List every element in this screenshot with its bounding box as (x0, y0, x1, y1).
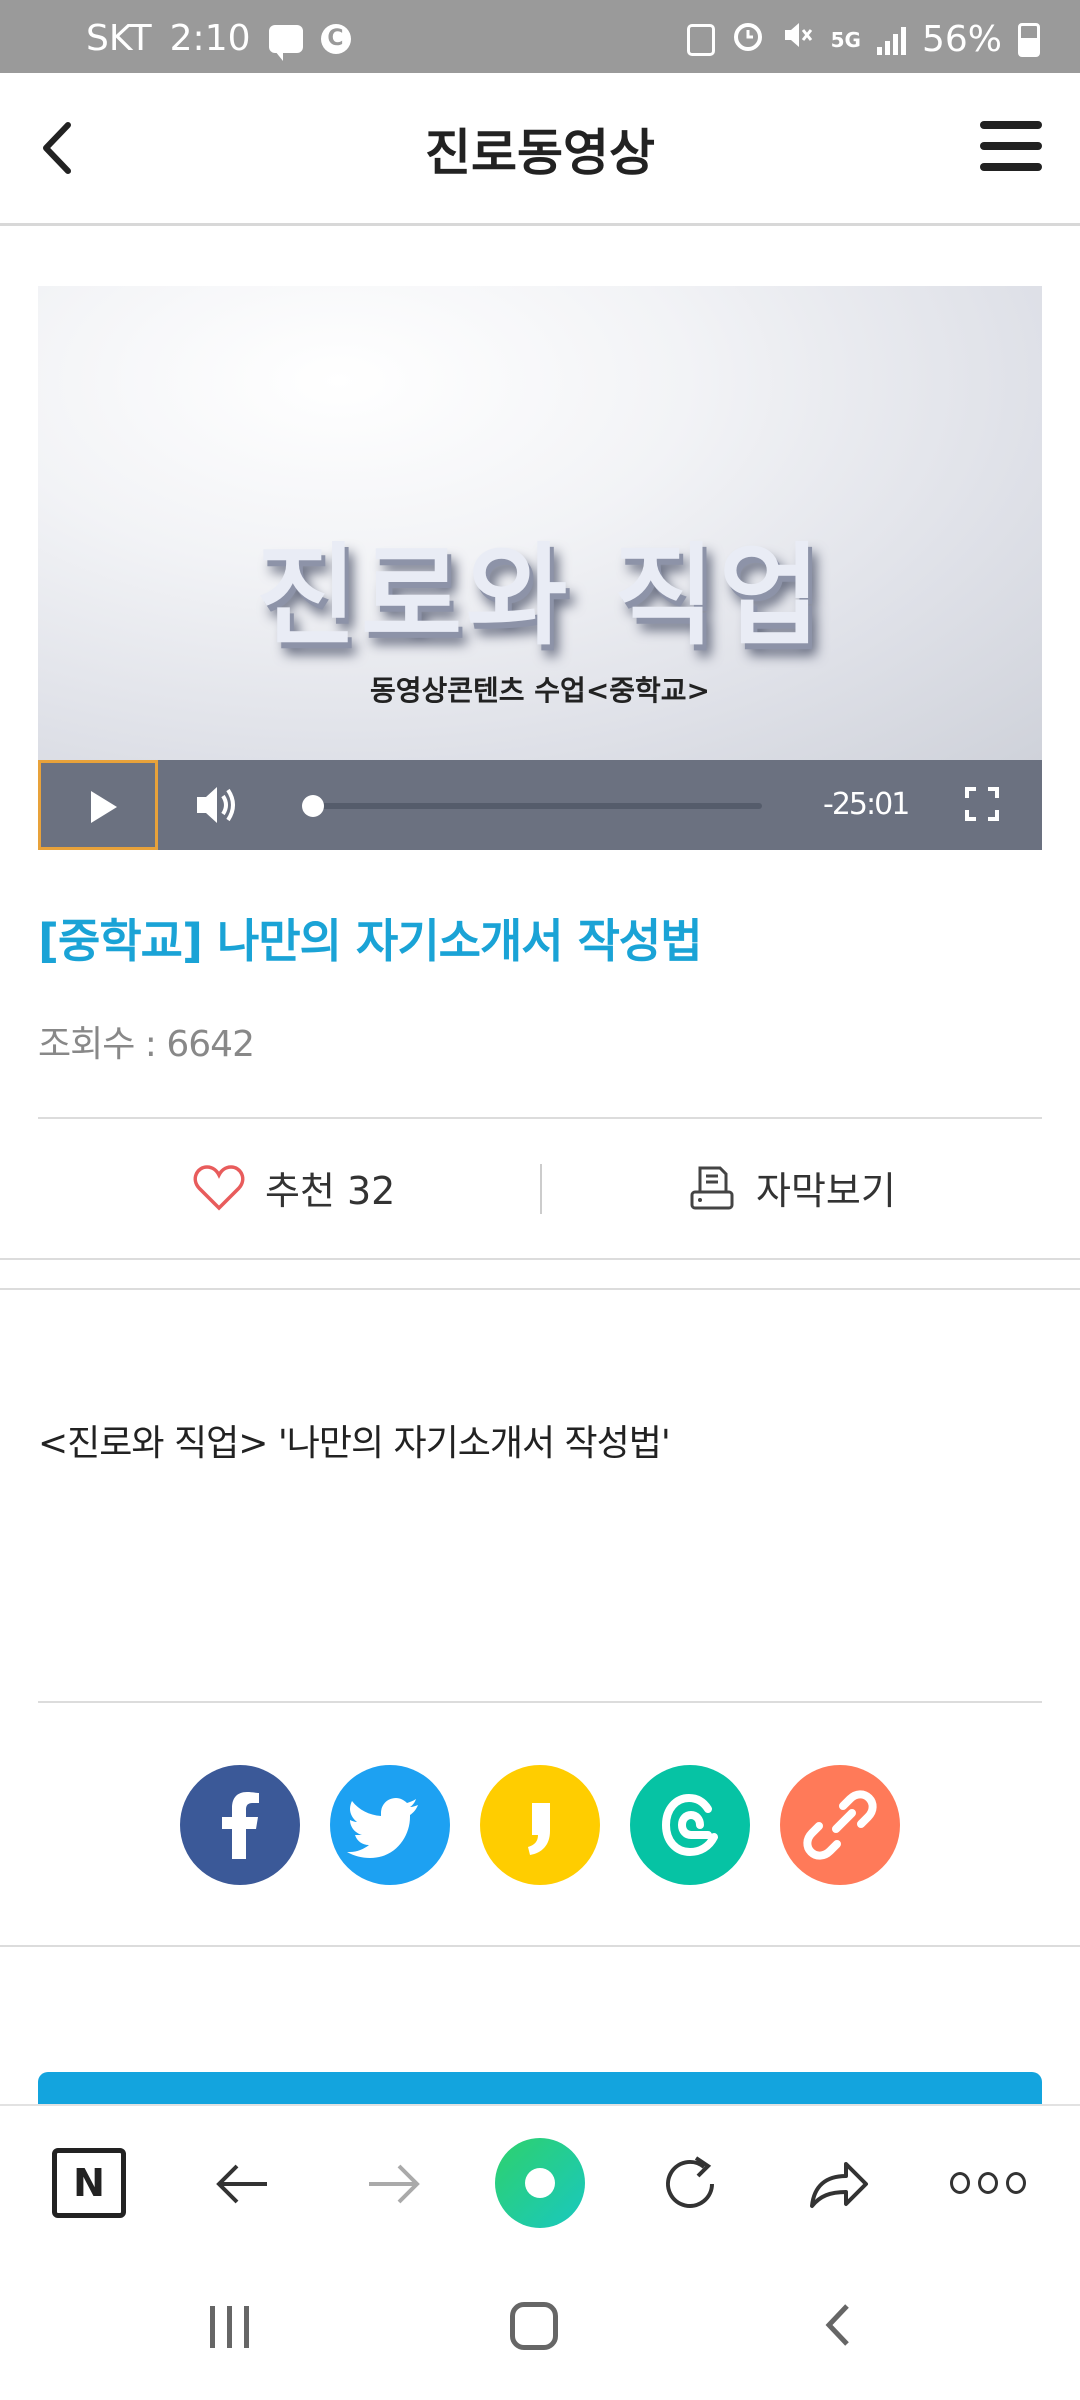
green-dot-button[interactable] (495, 2138, 585, 2228)
action-row: 추천 32 자막보기 (38, 1120, 1042, 1256)
play-button[interactable] (38, 760, 158, 850)
clock: 2:10 (169, 18, 251, 59)
arrow-right-icon (369, 2164, 420, 2204)
message-icon (268, 24, 303, 61)
twitter-share-button[interactable] (330, 1765, 450, 1885)
divider (0, 1288, 1080, 1290)
video-title: [중학교] 나만의 자기소개서 작성법 (38, 914, 703, 968)
naver-home-button[interactable]: N (52, 2148, 126, 2218)
divider (0, 1945, 1080, 1947)
hamburger-icon (980, 121, 1042, 129)
battery-icon (1018, 22, 1040, 57)
chevron-left-icon (825, 2304, 849, 2346)
video-controls: -25:01 (38, 760, 1042, 850)
heart-icon (193, 1164, 245, 1210)
kakaostory-share-button[interactable] (480, 1765, 600, 1885)
view-count: 조회수 : 6642 (38, 1024, 255, 1065)
c-app-icon: C (320, 23, 351, 54)
more-button[interactable] (950, 2172, 1026, 2248)
mute-icon (781, 18, 815, 61)
page-title: 진로동영상 (425, 124, 655, 182)
progress-bar[interactable] (302, 795, 762, 817)
time-remaining: -25:01 (823, 787, 910, 822)
speaker-icon (197, 787, 235, 823)
fullscreen-icon (965, 787, 999, 821)
recent-apps-button[interactable] (210, 2306, 249, 2348)
browser-forward-button[interactable] (355, 2146, 431, 2222)
refresh-icon (666, 2156, 714, 2208)
share-row (0, 1765, 1080, 1885)
copy-link-button[interactable] (780, 1765, 900, 1885)
divider (0, 1258, 1080, 1260)
browser-back-button[interactable] (205, 2146, 281, 2222)
document-print-icon (690, 1166, 734, 1209)
facebook-share-button[interactable] (180, 1765, 300, 1885)
battery-percent: 56% (921, 19, 1002, 60)
facebook-icon (222, 1792, 259, 1859)
separator (540, 1164, 542, 1214)
link-icon (803, 1790, 877, 1860)
video-screen[interactable]: 진로와 직업 동영상콘텐츠 수업<중학교> (38, 286, 1042, 760)
system-nav-bar (0, 2254, 1080, 2400)
volume-button[interactable] (193, 782, 243, 828)
band-share-button[interactable] (630, 1765, 750, 1885)
kakaostory-icon (528, 1803, 550, 1855)
share-arrow-icon (810, 2162, 868, 2208)
battery-saver-icon (686, 23, 715, 56)
status-bar: SKT 2:10 C 5G 56% (0, 0, 1080, 73)
progress-knob[interactable] (302, 795, 324, 817)
browser-toolbar: N (0, 2104, 1080, 2254)
system-back-button[interactable] (815, 2300, 865, 2350)
video-title-overlay: 진로와 직업 (255, 532, 825, 660)
refresh-button[interactable] (652, 2146, 728, 2222)
subtitle-button[interactable]: 자막보기 (688, 1160, 896, 1215)
video-subtitle-overlay: 동영상콘텐츠 수업<중학교> (369, 674, 711, 707)
signal-icon (876, 25, 906, 55)
twitter-icon (347, 1798, 418, 1858)
divider (38, 1701, 1042, 1703)
share-page-button[interactable] (800, 2146, 876, 2222)
network-type: 5G (830, 27, 861, 52)
like-label: 추천 32 (265, 1169, 396, 1213)
subtitle-label: 자막보기 (756, 1169, 896, 1213)
band-icon (661, 1793, 718, 1857)
fullscreen-button[interactable] (964, 786, 1000, 822)
arrow-left-icon (216, 2164, 267, 2204)
alarm-icon (731, 18, 765, 61)
divider (38, 1117, 1042, 1119)
app-header: 진로동영상 (0, 73, 1080, 226)
video-description: <진로와 직업> '나만의 자기소개서 작성법' (38, 1423, 671, 1464)
home-button[interactable] (510, 2302, 558, 2350)
video-player[interactable]: 진로와 직업 동영상콘텐츠 수업<중학교> -25:01 (38, 286, 1042, 850)
like-button[interactable]: 추천 32 (193, 1160, 395, 1215)
more-dots-icon (950, 2172, 970, 2194)
carrier-label: SKT (86, 18, 152, 59)
menu-button[interactable] (980, 121, 1042, 173)
